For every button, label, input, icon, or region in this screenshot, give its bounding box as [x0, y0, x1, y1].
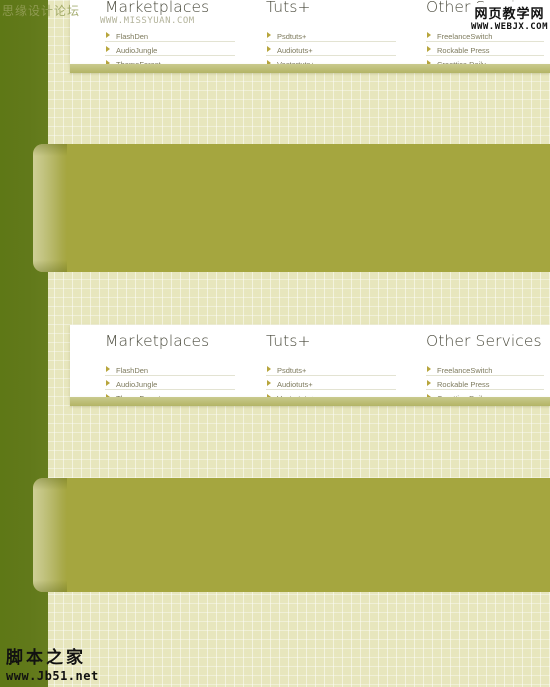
footer-column-other-services: Other Services FreelanceSwitch Rockable …: [400, 325, 550, 404]
panel-curl-bottom-shadow: [33, 580, 67, 592]
link-label: FreelanceSwitch: [437, 366, 493, 375]
bullet-arrow-icon: [267, 380, 271, 386]
footer-column-other-services: Other Services FreelanceSwitch Rockable …: [400, 0, 550, 70]
column-title-tuts: Tuts+: [266, 0, 311, 16]
footer-column-tuts: Tuts+ Psdtuts+ Audiotuts+ Vectortuts+: [240, 0, 400, 70]
content-panel-olive-2: [33, 478, 550, 592]
screenshot-canvas: Marketplaces FlashDen AudioJungle ThemeF…: [0, 0, 550, 687]
panel-curl-top-shadow: [33, 144, 67, 156]
link-label: Rockable Press: [437, 380, 490, 389]
list-item[interactable]: Psdtuts+: [266, 362, 396, 376]
column-title-marketplaces: Marketplaces: [105, 0, 210, 16]
list-item[interactable]: Psdtuts+: [266, 28, 396, 42]
link-label: Audiotuts+: [277, 380, 313, 389]
column-title-tuts: Tuts+: [266, 332, 311, 350]
footer-column-tuts: Tuts+ Psdtuts+ Audiotuts+ Vectortuts+: [240, 325, 400, 404]
footer-panel-bottom: Marketplaces FlashDen AudioJungle ThemeF…: [70, 325, 550, 404]
footer-panel-bottom-columns: Marketplaces FlashDen AudioJungle ThemeF…: [70, 325, 550, 404]
list-item[interactable]: AudioJungle: [105, 42, 235, 56]
bullet-arrow-icon: [427, 366, 431, 372]
list-item[interactable]: FreelanceSwitch: [426, 28, 544, 42]
link-label: FlashDen: [116, 32, 149, 41]
column-title-marketplaces: Marketplaces: [105, 332, 210, 350]
list-item[interactable]: FlashDen: [105, 362, 235, 376]
link-label: FreelanceSwitch: [437, 32, 493, 41]
link-label: Rockable Press: [437, 46, 490, 55]
footer-panel-top-columns: Marketplaces FlashDen AudioJungle ThemeF…: [70, 0, 550, 70]
link-label: AudioJungle: [116, 380, 158, 389]
list-item[interactable]: AudioJungle: [105, 376, 235, 390]
link-label: FlashDen: [116, 366, 149, 375]
list-item[interactable]: Rockable Press: [426, 42, 544, 56]
bullet-arrow-icon: [106, 380, 110, 386]
list-item[interactable]: Audiotuts+: [266, 42, 396, 56]
list-item[interactable]: FreelanceSwitch: [426, 362, 544, 376]
bullet-arrow-icon: [427, 380, 431, 386]
bullet-arrow-icon: [427, 32, 431, 38]
footer-column-marketplaces: Marketplaces FlashDen AudioJungle ThemeF…: [70, 325, 240, 404]
link-label: Audiotuts+: [277, 46, 313, 55]
panel-curl-top-shadow: [33, 478, 67, 490]
bullet-arrow-icon: [106, 366, 110, 372]
list-item[interactable]: FlashDen: [105, 28, 235, 42]
bullet-arrow-icon: [106, 46, 110, 52]
panel-curl-edge: [33, 144, 67, 272]
link-label: AudioJungle: [116, 46, 158, 55]
bullet-arrow-icon: [267, 366, 271, 372]
panel-curl-edge: [33, 478, 67, 592]
column-title-other-services: Other Services: [426, 0, 542, 16]
link-label: Psdtuts+: [277, 366, 307, 375]
bullet-arrow-icon: [267, 32, 271, 38]
column-title-other-services: Other Services: [426, 332, 542, 350]
list-item[interactable]: Rockable Press: [426, 376, 544, 390]
panel-curl-bottom-shadow: [33, 260, 67, 272]
list-item[interactable]: Audiotuts+: [266, 376, 396, 390]
footer-column-marketplaces: Marketplaces FlashDen AudioJungle ThemeF…: [70, 0, 240, 70]
bullet-arrow-icon: [267, 46, 271, 52]
bullet-arrow-icon: [106, 32, 110, 38]
footer-panel-bottom-bottom-strip: [70, 397, 550, 406]
link-label: Psdtuts+: [277, 32, 307, 41]
bullet-arrow-icon: [427, 46, 431, 52]
content-panel-olive-1: [33, 144, 550, 272]
footer-panel-top: Marketplaces FlashDen AudioJungle ThemeF…: [70, 0, 550, 70]
footer-panel-top-bottom-strip: [70, 64, 550, 73]
